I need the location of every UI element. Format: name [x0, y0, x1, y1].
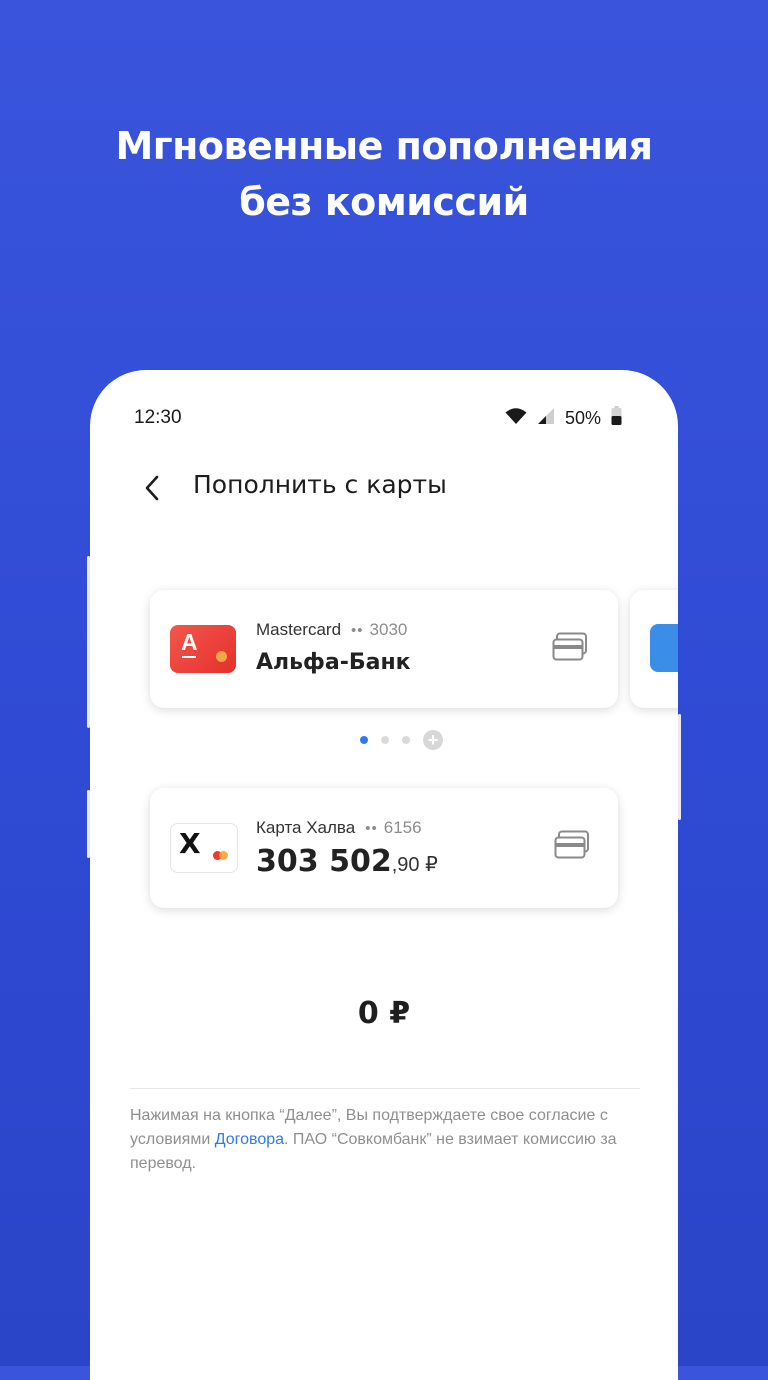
target-card-balance: 303 502,90 ₽ — [256, 844, 438, 879]
wifi-icon — [505, 407, 527, 430]
alfa-bank-logo-icon: А — [170, 625, 236, 673]
transfer-amount-input[interactable]: 0 ₽ — [90, 996, 678, 1031]
pager-dot-3[interactable] — [402, 736, 410, 744]
status-time: 12:30 — [134, 407, 182, 428]
bank-logo-icon — [650, 624, 678, 672]
page-title: Пополнить с карты — [193, 470, 447, 499]
halva-logo-icon: Х — [170, 823, 238, 873]
cards-icon[interactable] — [552, 632, 588, 662]
source-card-subtitle: Mastercard •• 3030 — [256, 620, 407, 640]
promo-headline-line1: Мгновенные пополнения — [115, 124, 653, 168]
pager-dot-2[interactable] — [381, 736, 389, 744]
pager-dot-1[interactable] — [360, 736, 368, 744]
target-card-name: Карта Халва — [256, 818, 356, 837]
add-card-button[interactable]: + — [423, 730, 443, 750]
battery-percent: 50% — [564, 407, 601, 428]
card-pager: + — [360, 730, 443, 750]
balance-integer: 303 502 — [256, 844, 392, 879]
contract-link[interactable]: Договора — [215, 1131, 284, 1148]
chevron-left-icon — [145, 475, 159, 501]
promo-headline-line2: без комиссий — [239, 180, 529, 224]
alfa-logo-letter: А — [181, 629, 198, 655]
disclaimer-text: Нажимая на кнопка “Далее”, Вы подтвержда… — [130, 1104, 630, 1176]
target-card[interactable]: Х Карта Халва •• 6156 303 502,90 ₽ — [150, 788, 618, 908]
phone-side-button-right — [678, 714, 681, 820]
source-card-last4: 3030 — [369, 620, 408, 639]
source-card-network: Mastercard — [256, 620, 342, 639]
battery-icon — [611, 405, 622, 431]
signal-icon — [537, 407, 555, 430]
status-bar-right: 50% — [505, 405, 622, 431]
source-card[interactable]: А Mastercard •• 3030 Альфа-Банк — [150, 590, 618, 708]
back-button[interactable] — [138, 470, 166, 506]
phone-screen: 12:30 50% Пополнить с карты А Mastercard… — [90, 370, 678, 1380]
source-card-mask: •• — [351, 622, 364, 639]
target-card-last4: 6156 — [383, 818, 422, 837]
target-card-subtitle: Карта Халва •• 6156 — [256, 818, 422, 838]
promo-headline: Мгновенные пополнения без комиссий — [0, 118, 768, 230]
source-card-bank: Альфа-Банк — [256, 650, 411, 675]
cards-icon[interactable] — [554, 830, 590, 860]
halva-logo-letter: Х — [179, 827, 201, 860]
balance-fraction: ,90 ₽ — [391, 854, 438, 876]
target-card-mask: •• — [365, 820, 378, 837]
next-card-peek[interactable] — [630, 590, 678, 708]
divider — [130, 1088, 640, 1089]
